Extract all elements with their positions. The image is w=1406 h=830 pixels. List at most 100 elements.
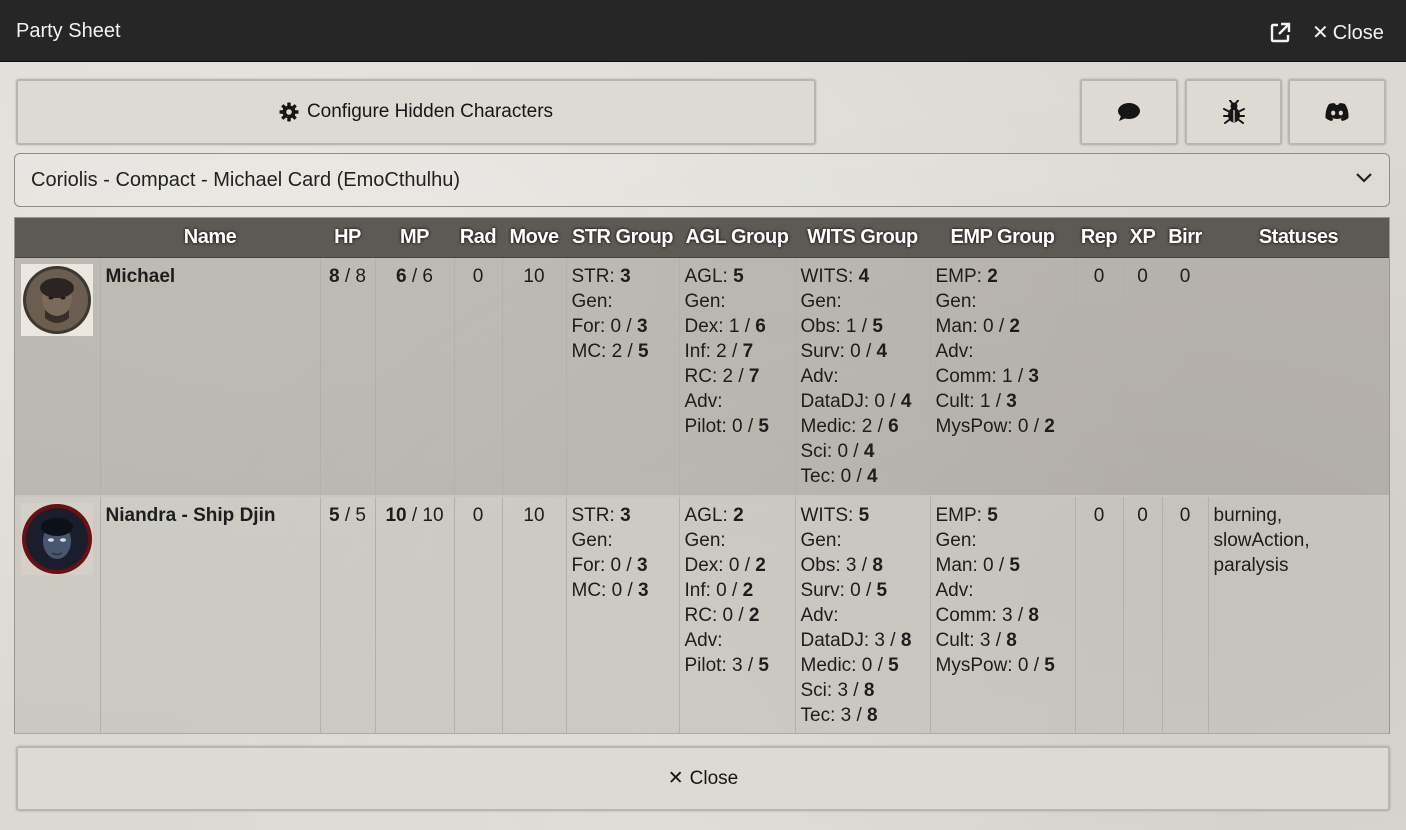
stat-line: Gen: (685, 528, 790, 553)
stat-label: Gen: (935, 529, 977, 551)
stat-label: Sci: 3 / (800, 679, 864, 701)
stat-line: Cult: 3 / 8 (936, 628, 1070, 653)
header-rad[interactable]: Rad (454, 218, 502, 258)
stat-label: Pilot: 3 / (684, 654, 759, 676)
header-hp[interactable]: HP (320, 218, 375, 258)
stat-label: Inf: 2 / (684, 340, 743, 362)
stat-value: 5 (1044, 654, 1055, 676)
header-move[interactable]: Move (502, 218, 566, 258)
stat-label: Dex: 0 / (684, 554, 756, 576)
agl-group-cell: AGL: 2 Gen: Dex: 0 / 2 Inf: 0 / 2 RC: 0 / 2A… (678, 495, 795, 734)
window-titlebar[interactable]: Party Sheet ✕ Close (0, 0, 1406, 62)
stat-label: Cult: 3 / (935, 629, 1007, 651)
stat-label: Gen: (571, 529, 613, 551)
rad-cell: 0 (453, 257, 502, 497)
character-name[interactable]: Niandra - Ship Djin (99, 495, 320, 734)
header-agl-group[interactable]: AGL Group (679, 218, 795, 258)
stat-value: 5 (888, 654, 899, 676)
stat-line: Adv: (685, 389, 790, 414)
stat-line: Gen: (801, 528, 925, 553)
window-close-button[interactable]: ✕ Close (1312, 20, 1384, 45)
avatar[interactable] (21, 263, 93, 336)
header-emp-group[interactable]: EMP Group (930, 218, 1075, 258)
stat-value: 4 (863, 440, 875, 462)
stat-label: For: 0 / (571, 554, 637, 576)
stat-label: Gen: (684, 290, 726, 312)
stat-label: Adv: (684, 390, 723, 412)
emp-group-cell: EMP: 5 Gen: Man: 0 / 5 Adv: Comm: 3 / 8 Cult:… (929, 495, 1075, 734)
configure-label: Configure Hidden Characters (306, 101, 554, 122)
status-item: burning, (1213, 504, 1283, 526)
header-rep[interactable]: Rep (1075, 218, 1123, 258)
stat-line: Cult: 1 / 3 (936, 389, 1070, 414)
stat-value: 8 (867, 704, 878, 726)
status-item: slowAction, (1213, 529, 1310, 551)
stat-line: Sci: 3 / 8 (801, 678, 925, 703)
header-birr[interactable]: Birr (1162, 218, 1208, 258)
stat-line: Medic: 2 / 6 (801, 414, 925, 439)
mp-cell: 10 / 10 (374, 495, 454, 734)
stat-label: EMP: (935, 265, 988, 287)
discord-button[interactable] (1288, 79, 1386, 145)
stat-label: Adv: (935, 579, 974, 601)
stat-value: 8 (900, 629, 912, 651)
header-statuses[interactable]: Statuses (1208, 218, 1389, 258)
stat-label: RC: 2 / (684, 365, 749, 387)
configure-hidden-characters-button[interactable]: Configure Hidden Characters (16, 79, 816, 145)
stat-label: Pilot: 0 / (684, 415, 759, 437)
stat-line: EMP: 5 (936, 503, 1070, 528)
stat-value: 6 (755, 315, 766, 337)
stat-line: Obs: 1 / 5 (801, 314, 925, 339)
window-title: Party Sheet (16, 20, 121, 42)
stat-line: Gen: (572, 528, 674, 553)
stat-value: 6 (888, 415, 899, 437)
stat-line: STR: 3 (572, 503, 674, 528)
stat-line: EMP: 2 (936, 264, 1070, 289)
stat-label: Gen: (800, 529, 842, 551)
stat-value: 8 (1006, 629, 1017, 651)
stat-line: AGL: 2 (685, 503, 790, 528)
stat-label: For: 0 / (571, 315, 637, 337)
chat-button[interactable] (1080, 79, 1178, 145)
stat-value: 5 (876, 579, 888, 601)
stat-value: 3 (620, 504, 631, 526)
move-cell: 10 (501, 257, 566, 497)
header-mp[interactable]: MP (375, 218, 454, 258)
stat-line: Medic: 0 / 5 (801, 653, 925, 678)
external-link-icon[interactable] (1269, 22, 1291, 44)
stat-line: Surv: 0 / 5 (801, 578, 925, 603)
stat-value: 5 (872, 315, 883, 337)
stat-label: Man: 0 / (935, 315, 1010, 337)
stat-label: Obs: 1 / (800, 315, 873, 337)
stat-value: 2 (748, 604, 760, 626)
stat-line: RC: 0 / 2 (685, 603, 790, 628)
stat-line: Man: 0 / 5 (936, 553, 1070, 578)
stat-label: Comm: 3 / (935, 604, 1029, 626)
stat-value: 3 (636, 315, 648, 337)
statuses-cell (1207, 257, 1389, 497)
stat-line: Adv: (685, 628, 790, 653)
agl-group-cell: AGL: 5 Gen: Dex: 1 / 6 Inf: 2 / 7 RC: 2 / 7A… (678, 257, 795, 497)
sheet-template-select[interactable]: Coriolis - Compact - Michael Card (EmoCt… (14, 153, 1390, 207)
header-str-group[interactable]: STR Group (566, 218, 679, 258)
character-name[interactable]: Michael (99, 257, 320, 497)
table-row: Niandra - Ship Djin 5 / 5 10 / 10 0 10 S… (15, 495, 1389, 734)
header-wits-group[interactable]: WITS Group (795, 218, 930, 258)
stat-label: MysPow: 0 / (935, 654, 1045, 676)
chevron-down-icon (1356, 173, 1372, 183)
emp-group-cell: EMP: 2 Gen: Man: 0 / 2 Adv: Comm: 1 / 3 Cult:… (929, 257, 1075, 497)
stat-value: 2 (733, 504, 744, 526)
stat-line: Man: 0 / 2 (936, 314, 1070, 339)
close-button[interactable]: ✕ Close (16, 746, 1390, 811)
stat-value: 3 (636, 554, 648, 576)
bug-report-button[interactable] (1185, 79, 1282, 145)
header-name[interactable]: Name (100, 218, 320, 258)
stat-value: 5 (1009, 554, 1020, 576)
stat-label: Adv: (800, 365, 839, 387)
stat-value: 7 (742, 340, 754, 362)
table-row: Michael 8 / 8 6 / 6 0 10 STR: 3 Gen: For: … (15, 257, 1389, 497)
stat-label: Gen: (571, 290, 613, 312)
avatar[interactable] (21, 502, 93, 575)
header-xp[interactable]: XP (1123, 218, 1162, 258)
stat-line: Gen: (936, 528, 1070, 553)
